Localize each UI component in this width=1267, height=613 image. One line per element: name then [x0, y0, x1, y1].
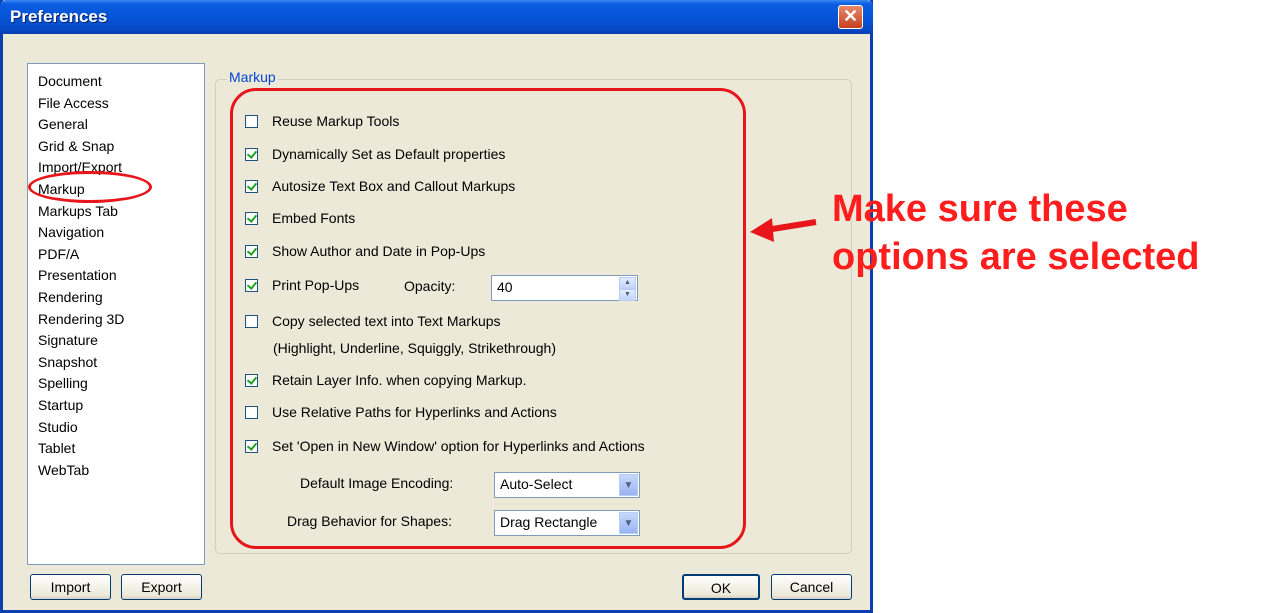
- arrow-left-icon: [750, 218, 817, 242]
- ok-button[interactable]: OK: [682, 574, 760, 600]
- sidebar-item[interactable]: Presentation: [38, 267, 117, 283]
- sidebar-item[interactable]: Spelling: [38, 375, 88, 391]
- sidebar-item[interactable]: Snapshot: [38, 354, 97, 370]
- annotation-line-1: Make sure these: [832, 188, 1128, 230]
- sidebar-item[interactable]: File Access: [38, 95, 109, 111]
- sidebar-item[interactable]: Signature: [38, 332, 98, 348]
- sidebar-item[interactable]: Tablet: [38, 440, 75, 456]
- sidebar-item[interactable]: General: [38, 116, 88, 132]
- highlight-box: [230, 88, 746, 549]
- sidebar-item[interactable]: Grid & Snap: [38, 138, 114, 154]
- import-button[interactable]: Import: [30, 574, 111, 600]
- cancel-button[interactable]: Cancel: [771, 574, 852, 600]
- sidebar-item[interactable]: Startup: [38, 397, 83, 413]
- annotation-note: Make sure these options are selected: [832, 185, 1199, 281]
- sidebar-item[interactable]: WebTab: [38, 462, 89, 478]
- sidebar-item[interactable]: Rendering 3D: [38, 311, 124, 327]
- highlight-ellipse: [28, 171, 152, 203]
- sidebar-item[interactable]: Studio: [38, 419, 78, 435]
- close-button[interactable]: ✕: [838, 5, 863, 29]
- group-legend: Markup: [227, 69, 278, 85]
- sidebar-item[interactable]: Document: [38, 73, 102, 89]
- window-title: Preferences: [10, 7, 108, 26]
- export-button[interactable]: Export: [121, 574, 202, 600]
- sidebar-item[interactable]: Navigation: [38, 224, 104, 240]
- sidebar-item[interactable]: Markups Tab: [38, 203, 118, 219]
- sidebar-item[interactable]: PDF/A: [38, 246, 79, 262]
- category-list[interactable]: Document File Access General Grid & Snap Imp…: [27, 63, 205, 565]
- sidebar-item[interactable]: Rendering: [38, 289, 103, 305]
- title-bar[interactable]: Preferences ✕: [0, 0, 873, 34]
- annotation-line-2: options are selected: [832, 236, 1200, 278]
